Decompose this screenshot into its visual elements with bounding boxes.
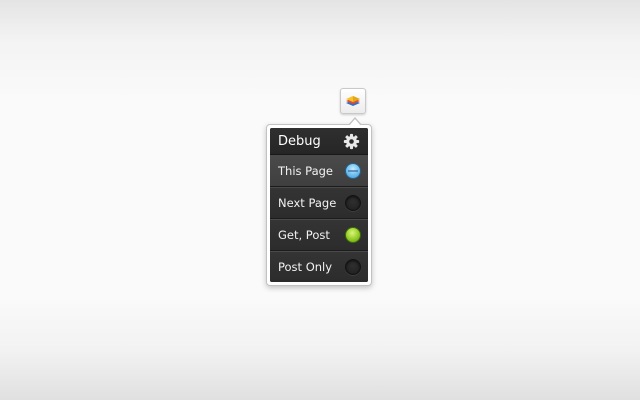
menu-item-label: Next Page (278, 196, 337, 210)
menu-item-post-only[interactable]: Post Only (270, 251, 368, 282)
gear-icon[interactable] (343, 133, 360, 150)
menu-item-label: Get, Post (278, 228, 330, 242)
status-indicator-icon (345, 259, 361, 275)
debug-popover: Debug This Page Next Page Get, Post Post… (266, 117, 372, 286)
stacked-layers-icon (346, 96, 360, 106)
status-indicator-icon (345, 163, 361, 179)
status-indicator-icon (345, 195, 361, 211)
menu-item-this-page[interactable]: This Page (270, 155, 368, 187)
menu-header: Debug (270, 128, 368, 155)
menu-item-next-page[interactable]: Next Page (270, 187, 368, 219)
menu-title: Debug (278, 133, 321, 149)
menu-item-label: This Page (278, 164, 333, 178)
debug-toggle-button[interactable] (340, 88, 366, 114)
menu-item-get-post[interactable]: Get, Post (270, 219, 368, 251)
debug-menu: Debug This Page Next Page Get, Post Post… (270, 128, 368, 282)
menu-item-label: Post Only (278, 260, 333, 274)
status-indicator-icon (345, 227, 361, 243)
